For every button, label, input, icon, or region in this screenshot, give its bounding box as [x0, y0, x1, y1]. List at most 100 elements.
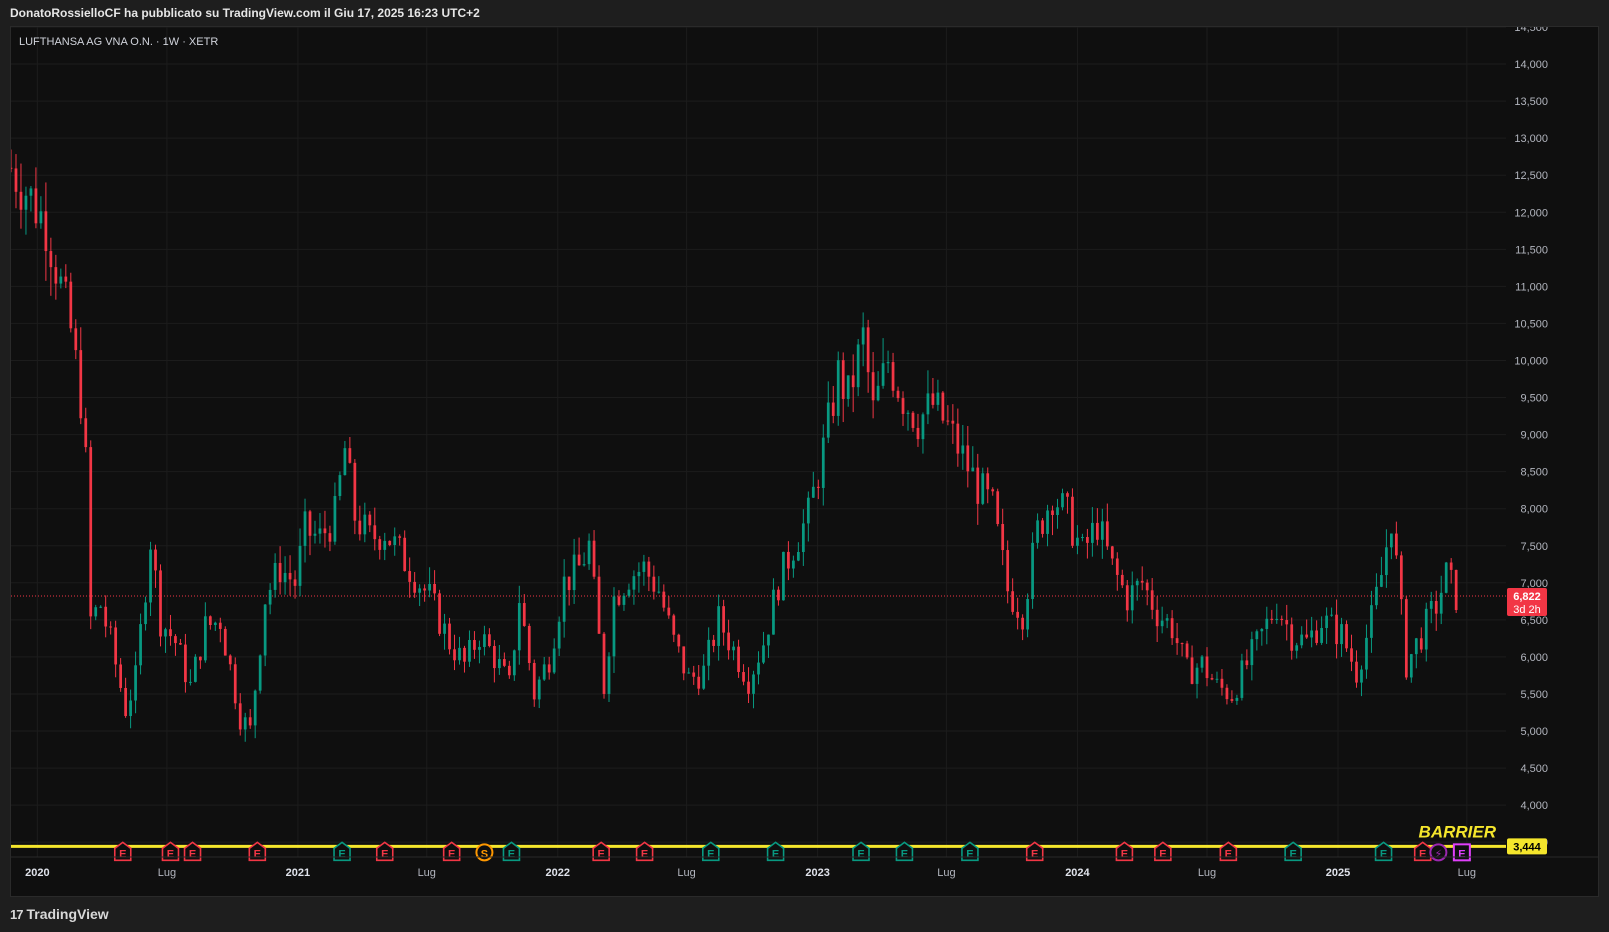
candle-body [1444, 562, 1448, 593]
candle-body [507, 665, 511, 676]
candle-body [632, 576, 636, 590]
candle-body [448, 623, 451, 650]
candle-body [403, 537, 407, 572]
candle-body [881, 363, 885, 386]
y-axis-tick-label: 10,000 [1514, 355, 1548, 367]
candle-body [293, 579, 297, 586]
candle-body [179, 643, 182, 645]
candle-body [1001, 523, 1005, 551]
candle-body [443, 623, 446, 634]
candle-body [338, 475, 342, 497]
candle-body [522, 603, 526, 626]
candle-body [473, 639, 476, 650]
candle-body [871, 372, 875, 401]
candle-body [1404, 599, 1408, 678]
candle-body [1061, 493, 1064, 508]
candle-body [323, 528, 327, 534]
candle-body [1046, 510, 1049, 534]
candle-body [1439, 592, 1443, 614]
tradingview-brand: TradingView [26, 906, 109, 922]
candle-body [742, 672, 745, 682]
barrier-price-tag[interactable]: 3,444 [1507, 838, 1547, 855]
candle-body [1429, 601, 1433, 609]
last-price-tag[interactable]: 6,8223d 2h [1507, 587, 1547, 616]
candle-body [1399, 555, 1403, 600]
y-axis-tick-label: 6,500 [1520, 615, 1548, 627]
candle-body [836, 360, 840, 416]
candle-body [692, 672, 696, 677]
candle-body [1419, 638, 1423, 650]
price-chart[interactable]: BARRIER EEEEEEESEEEEEEEEEEEEEEE⚡E 3,5004… [11, 27, 1598, 896]
symbol-label[interactable]: LUFTHANSA AG VNA O.N. · 1W · XETR [19, 36, 218, 48]
candle-body [134, 665, 137, 701]
candle-body [238, 703, 242, 730]
candle-body [846, 375, 850, 399]
candle-body [164, 629, 167, 637]
candle-body [343, 448, 347, 476]
candle-body [727, 632, 730, 651]
candle-body [363, 514, 367, 535]
candle-body [1340, 624, 1343, 645]
candle-body [1409, 654, 1413, 678]
candle-body [1414, 638, 1418, 655]
event-marker-flash[interactable]: ⚡ [1429, 843, 1448, 862]
candle-body [373, 525, 377, 540]
event-letter: E [1121, 848, 1128, 860]
candle-body [463, 647, 466, 662]
candle-body [747, 681, 750, 694]
candle-body [1255, 631, 1259, 640]
candle-body [1165, 618, 1169, 621]
candle-body [478, 646, 481, 650]
candle-body [1245, 660, 1249, 666]
candle-body [627, 589, 631, 596]
candle-body [1320, 628, 1323, 643]
candle-body [991, 489, 995, 492]
event-letter: E [1031, 848, 1038, 860]
event-letter: E [1159, 848, 1166, 860]
y-axis-tick-label: 6,000 [1520, 652, 1548, 664]
candle-body [527, 625, 531, 663]
candle-body [29, 188, 33, 196]
event-letter: E [857, 848, 864, 860]
candle-body [547, 664, 551, 673]
candle-body [1295, 645, 1299, 651]
x-axis-tick-label: Lug [418, 867, 436, 879]
candle-body [796, 552, 800, 561]
event-letter: E [641, 848, 648, 860]
tradingview-logo[interactable]: 17 TradingView [10, 906, 109, 922]
candle-body [453, 649, 456, 661]
candle-body [792, 560, 795, 569]
event-letter: E [966, 848, 973, 860]
event-marker-future[interactable]: E [1452, 843, 1471, 862]
event-letter: E [189, 848, 196, 860]
event-letter: E [167, 848, 174, 860]
event-letter: E [1458, 848, 1465, 860]
candle-body [114, 627, 118, 665]
y-axis[interactable]: 3,5004,0004,5005,0005,5006,0006,5007,000… [1506, 27, 1598, 896]
candle-body [258, 655, 262, 691]
candle-body [1155, 609, 1159, 627]
candle-body [174, 636, 177, 644]
footer-bar [0, 899, 1609, 932]
candle-body [228, 655, 232, 665]
candle-body [64, 276, 68, 282]
candle-body [1066, 493, 1069, 497]
candle-body [418, 588, 422, 593]
candle-body [722, 606, 725, 633]
candle-body [189, 681, 192, 683]
candle-body [1180, 643, 1184, 645]
y-axis-tick-label: 12,500 [1514, 170, 1548, 182]
candle-body [966, 445, 970, 472]
bar-countdown: 3d 2h [1513, 604, 1541, 616]
candle-body [104, 606, 108, 627]
candle-body [707, 639, 711, 666]
event-marker-split[interactable]: S [475, 843, 494, 862]
y-axis-tick-label: 7,500 [1520, 541, 1548, 553]
candle-body [408, 571, 412, 582]
y-axis-tick-label: 14,500 [1514, 27, 1548, 34]
event-letter: E [1380, 848, 1387, 860]
candle-body [777, 589, 780, 601]
candle-body [567, 576, 571, 591]
chart-panel[interactable]: BARRIER EEEEEEESEEEEEEEEEEEEEEE⚡E 3,5004… [10, 26, 1599, 897]
candle-body [557, 621, 561, 649]
